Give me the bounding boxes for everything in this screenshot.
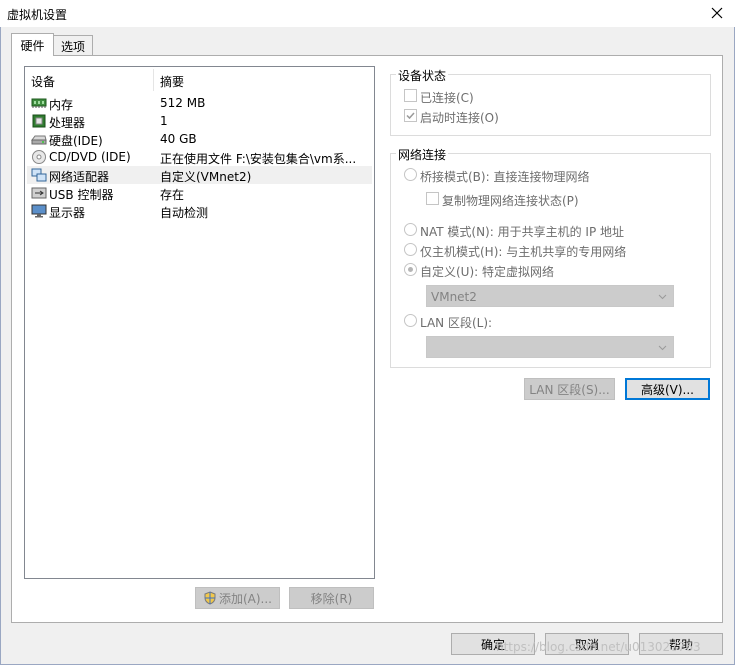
device-row-network-adapter[interactable]: 网络适配器 自定义(VMnet2) [27,166,372,184]
bridged-label: 桥接模式(B): 直接连接物理网络 [420,170,590,184]
device-row-memory[interactable]: 内存 512 MB [27,94,372,112]
shield-icon [204,591,216,605]
display-icon [31,204,47,218]
device-summary: 自动检测 [160,206,209,220]
lan-segment-select[interactable] [426,336,674,358]
device-summary: 自定义(VMnet2) [160,170,252,184]
network-connection-title: 网络连接 [396,146,449,163]
lan-segment-radio[interactable] [404,314,417,327]
device-row-processor[interactable]: 处理器 1 [27,112,372,130]
custom-network-label: 自定义(U): 特定虚拟网络 [420,265,555,279]
custom-network-value: VMnet2 [431,290,477,304]
column-header-summary[interactable]: 摘要 [160,73,184,90]
device-row-cdrom[interactable]: CD/DVD (IDE) 正在使用文件 F:\安装包集合\vm系... [27,148,372,166]
chevron-down-icon [658,345,667,351]
tab-options[interactable]: 选项 [54,35,93,56]
add-device-label: 添加(A)... [218,591,273,606]
connected-label: 已连接(C) [420,91,474,105]
checkmark-icon [406,112,415,120]
network-adapter-icon [31,168,47,182]
replicate-state-checkbox[interactable] [426,192,439,205]
watermark-text: https://blog.csdn.net/u013027763 [496,640,701,654]
add-device-button[interactable]: 添加(A)... [195,587,280,609]
close-icon [711,7,723,19]
device-name: CD/DVD (IDE) [49,150,131,164]
device-summary: 512 MB [160,96,206,110]
device-summary: 存在 [160,188,185,202]
custom-network-select[interactable]: VMnet2 [426,285,674,307]
device-name: 内存 [49,98,74,112]
host-only-label: 仅主机模式(H): 与主机共享的专用网络 [420,245,627,259]
device-row-usb[interactable]: USB 控制器 存在 [27,184,372,202]
device-row-display[interactable]: 显示器 自动检测 [27,202,372,220]
nat-radio[interactable] [404,223,417,236]
cdrom-icon [32,150,46,164]
title-bar: 虚拟机设置 [0,0,735,27]
host-only-radio[interactable] [404,243,417,256]
device-name: 网络适配器 [49,170,110,184]
bridged-radio[interactable] [404,168,417,181]
device-name: 显示器 [49,206,86,220]
lan-segment-label: LAN 区段(L): [420,316,493,330]
column-header-device[interactable]: 设备 [31,73,55,90]
connect-at-power-on-checkbox[interactable] [404,109,417,122]
device-row-harddisk[interactable]: 硬盘(IDE) 40 GB [27,130,372,148]
chevron-down-icon [658,294,667,300]
custom-network-radio[interactable] [404,263,417,276]
replicate-state-label: 复制物理网络连接状态(P) [442,194,579,208]
device-name: 处理器 [49,116,86,130]
nat-label: NAT 模式(N): 用于共享主机的 IP 地址 [420,225,625,239]
harddisk-icon [31,135,47,145]
lan-segments-button[interactable]: LAN 区段(S)... [524,378,615,400]
close-button[interactable] [704,2,730,24]
device-summary: 1 [160,114,168,128]
advanced-button[interactable]: 高级(V)... [625,378,710,400]
connected-checkbox[interactable] [404,89,417,102]
remove-device-button[interactable]: 移除(R) [289,587,374,609]
processor-icon [32,114,46,128]
device-summary: 正在使用文件 F:\安装包集合\vm系... [160,152,357,166]
device-summary: 40 GB [160,132,197,146]
window-title: 虚拟机设置 [7,8,68,22]
device-name: USB 控制器 [49,188,114,202]
device-name: 硬盘(IDE) [49,134,103,148]
column-divider[interactable] [153,69,154,91]
tab-hardware[interactable]: 硬件 [11,33,54,56]
device-list[interactable]: 设备 摘要 内存 512 MB 处理器 1 硬盘(IDE) 40 GB CD/D… [24,66,375,579]
device-status-title: 设备状态 [396,67,449,84]
usb-icon [31,187,47,199]
memory-icon [31,98,47,108]
connect-at-power-on-label: 启动时连接(O) [420,111,499,125]
